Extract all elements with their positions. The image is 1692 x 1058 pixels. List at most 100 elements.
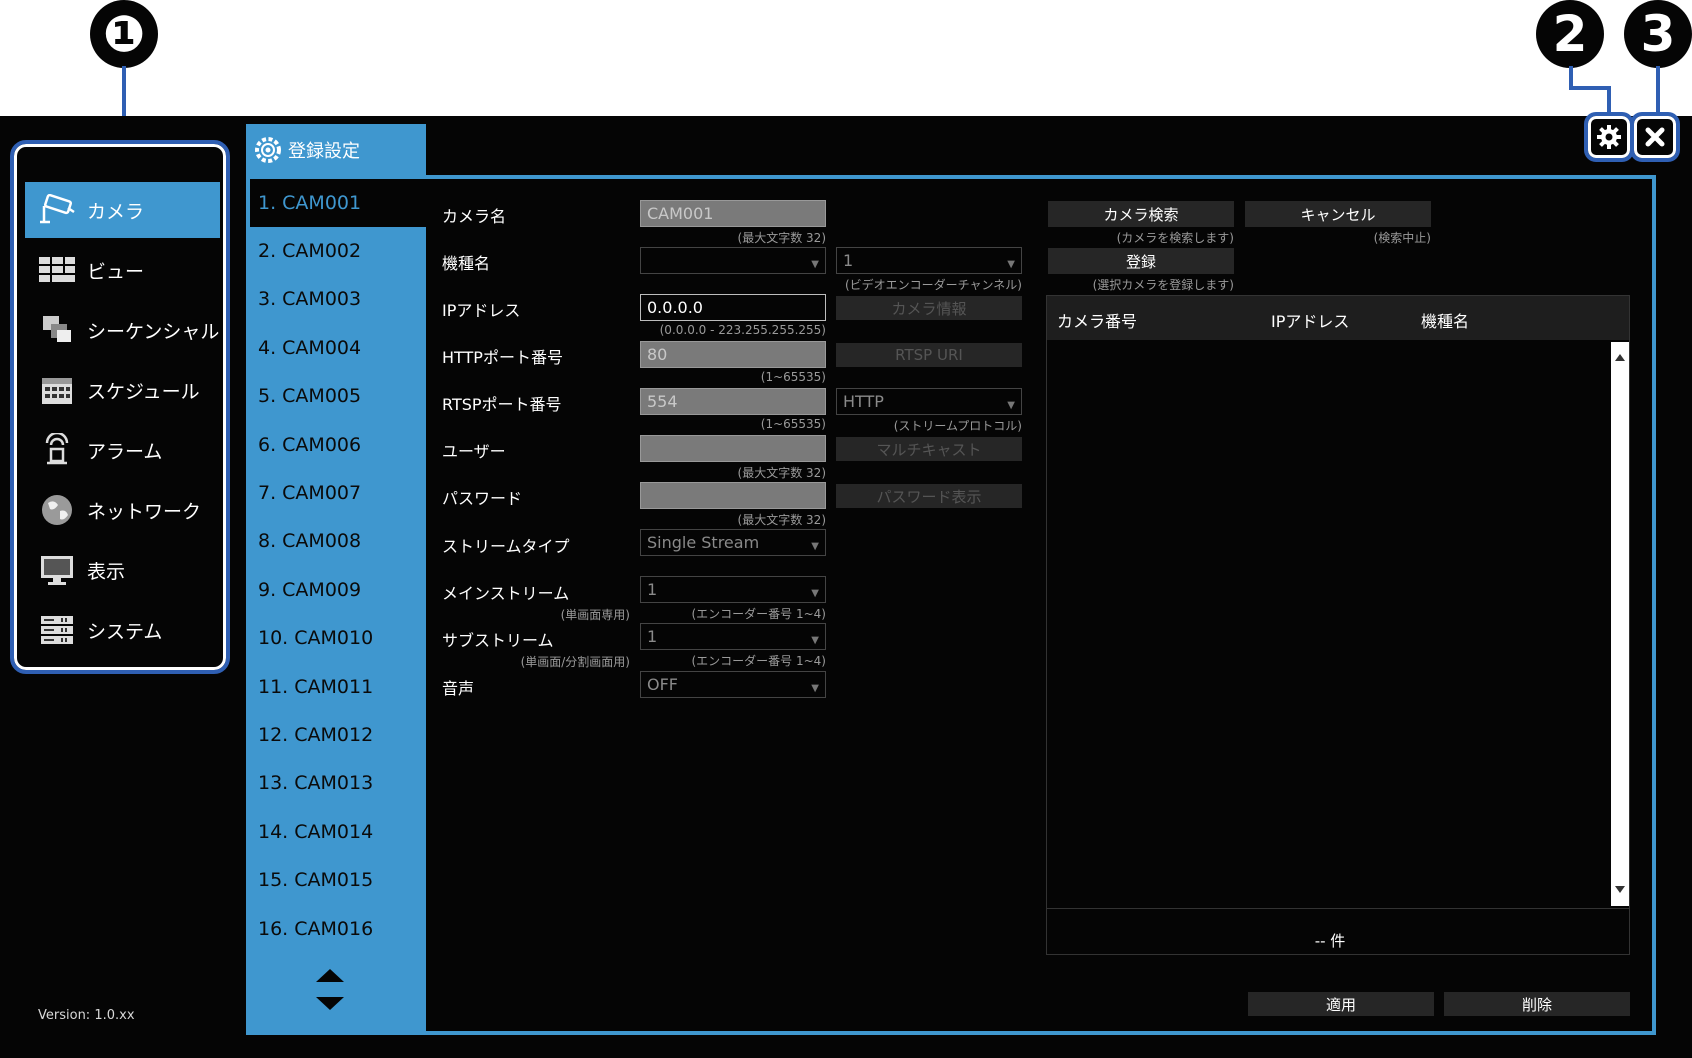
search-results-list[interactable] [1047, 342, 1611, 906]
stream-type-label: ストリームタイプ [442, 537, 570, 556]
search-results-header: カメラ番号 IPアドレス 機種名 [1047, 296, 1629, 340]
camera-list-item[interactable]: 11. CAM011 [250, 663, 426, 711]
sub-stream-hint: (エンコーダー番号 1~4) [691, 654, 826, 668]
http-port-input[interactable]: 80 [640, 341, 826, 368]
multicast-button[interactable]: マルチキャスト [836, 437, 1022, 461]
callout-2-line-h [1569, 86, 1611, 90]
cancel-search-hint: (検索中止) [1373, 231, 1431, 245]
callout-2: 2 [1536, 0, 1604, 68]
scroll-up-arrow[interactable] [316, 969, 344, 982]
stream-protocol-hint: (ストリームプロトコル) [893, 419, 1022, 433]
gear-icon [1597, 125, 1621, 149]
nav-item-camera[interactable]: カメラ [25, 182, 220, 238]
version-label: Version: 1.0.xx [38, 1008, 135, 1023]
camera-list-item[interactable]: 5. CAM005 [250, 372, 426, 420]
camera-list-item[interactable]: 7. CAM007 [250, 469, 426, 517]
scroll-up-arrow[interactable] [1615, 354, 1625, 361]
ip-input[interactable]: 0.0.0.0 [640, 294, 826, 321]
settings-button[interactable] [1584, 112, 1634, 162]
callout-2-line-v2 [1607, 86, 1611, 112]
view-icon [37, 252, 77, 288]
scroll-down-arrow[interactable] [316, 997, 344, 1010]
camera-list-item[interactable]: 4. CAM004 [250, 324, 426, 372]
close-button[interactable] [1630, 112, 1680, 162]
cancel-search-button[interactable]: キャンセル [1245, 201, 1431, 227]
camera-list: 1. CAM001 2. CAM002 3. CAM003 4. CAM004 … [250, 179, 426, 1031]
camera-info-button[interactable]: カメラ情報 [836, 296, 1022, 320]
channel-select[interactable]: 1 ▼ [836, 247, 1022, 274]
apply-button[interactable]: 適用 [1248, 992, 1434, 1016]
callout-2-line-v [1569, 66, 1573, 88]
results-scrollbar[interactable] [1611, 342, 1629, 906]
calendar-icon [37, 372, 77, 408]
nav-item-schedule[interactable]: スケジュール [25, 362, 220, 418]
nav-label-view: ビュー [87, 260, 145, 283]
model-select[interactable]: ▼ [640, 247, 826, 274]
model-label: 機種名 [442, 254, 491, 273]
register-button[interactable]: 登録 [1048, 248, 1234, 274]
ip-hint: (0.0.0.0 - 223.255.255.255) [659, 323, 826, 337]
user-hint: (最大文字数 32) [737, 466, 826, 480]
camera-list-item[interactable]: 6. CAM006 [250, 421, 426, 469]
rtsp-uri-button[interactable]: RTSP URI [836, 343, 1022, 367]
nav-label-schedule: スケジュール [87, 380, 200, 403]
nav-item-system[interactable]: システム [25, 602, 220, 658]
camera-list-item[interactable]: 1. CAM001 [250, 179, 426, 227]
sub-stream-select[interactable]: 1 ▼ [640, 623, 826, 650]
stream-type-select[interactable]: Single Stream ▼ [640, 529, 826, 556]
camera-list-item[interactable]: 16. CAM016 [250, 905, 426, 953]
camera-search-button[interactable]: カメラ検索 [1048, 201, 1234, 227]
main-stream-select[interactable]: 1 ▼ [640, 576, 826, 603]
camera-list-item[interactable]: 9. CAM009 [250, 566, 426, 614]
sub-stream-label: サブストリーム [442, 631, 554, 650]
http-port-hint: (1~65535) [760, 370, 826, 384]
http-port-label: HTTPポート番号 [442, 348, 563, 367]
camera-name-input[interactable]: CAM001 [640, 200, 826, 227]
password-input[interactable] [640, 482, 826, 509]
camera-list-item[interactable]: 8. CAM008 [250, 517, 426, 565]
callout-3: 3 [1624, 0, 1692, 68]
camera-list-item[interactable]: 2. CAM002 [250, 227, 426, 275]
nav-label-camera: カメラ [87, 200, 145, 223]
chevron-down-icon: ▼ [811, 588, 819, 599]
main-stream-sublabel: (単画面専用) [560, 608, 630, 622]
globe-icon [37, 492, 77, 528]
callout-1: ❶ [90, 0, 158, 68]
system-icon [37, 612, 77, 648]
nav-item-sequential[interactable]: シーケンシャル [25, 302, 220, 358]
camera-list-item[interactable]: 14. CAM014 [250, 808, 426, 856]
monitor-icon [37, 552, 77, 588]
nav-item-display[interactable]: 表示 [25, 542, 220, 598]
camera-search-hint: (カメラを検索します) [1116, 231, 1234, 245]
scroll-down-arrow[interactable] [1615, 886, 1625, 893]
result-count: -- 件 [1314, 932, 1346, 950]
column-ip-address: IPアドレス [1271, 312, 1350, 331]
camera-list-item[interactable]: 10. CAM010 [250, 614, 426, 662]
nav-item-view[interactable]: ビュー [25, 242, 220, 298]
chevron-down-icon: ▼ [811, 635, 819, 646]
gear-icon [254, 136, 282, 164]
camera-list-item[interactable]: 12. CAM012 [250, 711, 426, 759]
rtsp-port-label: RTSPポート番号 [442, 395, 562, 414]
show-password-button[interactable]: パスワード表示 [836, 484, 1022, 508]
nav-label-sequential: シーケンシャル [87, 320, 220, 343]
user-label: ユーザー [442, 442, 506, 461]
nav-item-network[interactable]: ネットワーク [25, 482, 220, 538]
camera-list-item[interactable]: 3. CAM003 [250, 275, 426, 323]
delete-button[interactable]: 削除 [1444, 992, 1630, 1016]
tab-registration-settings[interactable]: 登録設定 [246, 124, 426, 176]
rtsp-port-input[interactable]: 554 [640, 388, 826, 415]
column-model: 機種名 [1421, 312, 1470, 331]
nav-label-alarm: アラーム [87, 440, 163, 463]
chevron-down-icon: ▼ [1007, 259, 1015, 270]
nav-item-alarm[interactable]: アラーム [25, 422, 220, 478]
camera-list-item[interactable]: 13. CAM013 [250, 759, 426, 807]
camera-icon [37, 192, 77, 228]
column-camera-number: カメラ番号 [1057, 312, 1138, 331]
nav-label-network: ネットワーク [87, 500, 202, 523]
password-hint: (最大文字数 32) [737, 513, 826, 527]
stream-protocol-select[interactable]: HTTP ▼ [836, 388, 1022, 415]
audio-select[interactable]: OFF ▼ [640, 671, 826, 698]
camera-list-item[interactable]: 15. CAM015 [250, 856, 426, 904]
user-input[interactable] [640, 435, 826, 462]
